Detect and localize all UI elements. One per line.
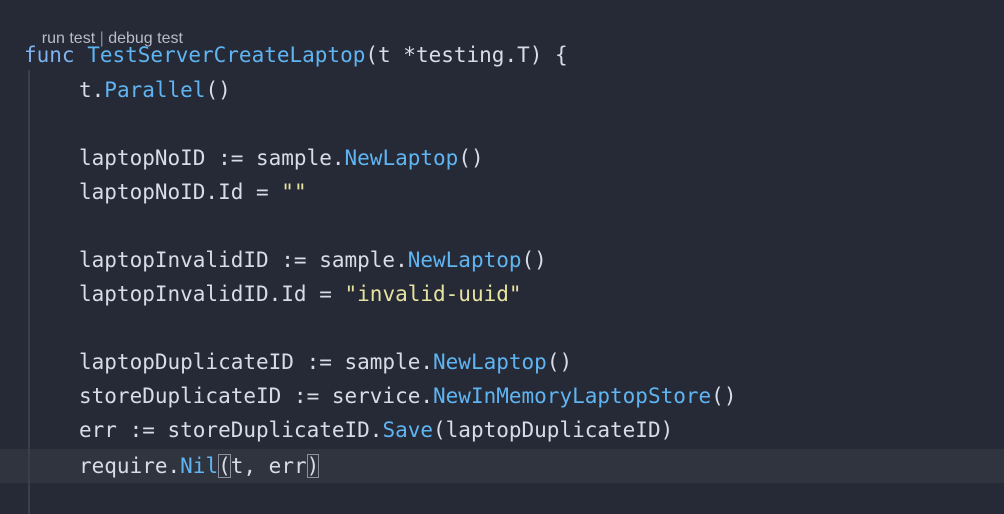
code-token: ()	[546, 350, 573, 374]
code-line-err-save[interactable]: err := storeDuplicateID.Save(laptopDupli…	[79, 415, 673, 445]
string-literal-token: "invalid-uuid"	[344, 282, 522, 306]
code-token: laptopNoID := sample.	[79, 146, 345, 170]
code-editor[interactable]: run test | debug test func TestServerCre…	[0, 0, 1004, 514]
code-token: (t *testing.T) {	[365, 43, 568, 67]
matched-bracket-token: (	[218, 454, 231, 478]
code-token: err := storeDuplicateID.	[79, 418, 383, 442]
code-line-laptop-invalidid-id[interactable]: laptopInvalidID.Id = "invalid-uuid"	[79, 279, 522, 309]
string-literal-token: ""	[281, 180, 307, 204]
code-token: ()	[711, 384, 737, 408]
code-token: ()	[205, 78, 231, 102]
matched-bracket-token: )	[306, 454, 320, 478]
code-token: ()	[521, 248, 547, 272]
keyword-token: func	[24, 43, 88, 67]
code-token: laptopDuplicateID := sample.	[79, 350, 434, 374]
code-line-func-signature[interactable]: func TestServerCreateLaptop(t *testing.T…	[24, 40, 568, 70]
code-line-store-duplicateid[interactable]: storeDuplicateID := service.NewInMemoryL…	[79, 381, 736, 411]
code-token: storeDuplicateID := service.	[79, 384, 434, 408]
function-name-token: NewLaptop	[407, 248, 522, 272]
code-token: (laptopDuplicateID)	[433, 418, 674, 442]
code-token: t, err	[230, 454, 307, 478]
code-token: t.	[79, 78, 105, 102]
function-name-token: Nil	[180, 454, 219, 478]
code-line-laptop-duplicateid[interactable]: laptopDuplicateID := sample.NewLaptop()	[79, 347, 572, 377]
code-token: require.	[79, 454, 181, 478]
code-token: laptopInvalidID.Id =	[79, 282, 345, 306]
function-name-token: NewLaptop	[433, 350, 547, 374]
code-line-laptop-invalidid[interactable]: laptopInvalidID := sample.NewLaptop()	[79, 245, 547, 275]
code-token: ()	[458, 146, 484, 170]
function-name-token: NewInMemoryLaptopStore	[433, 384, 712, 408]
function-name-token: TestServerCreateLaptop	[87, 43, 366, 67]
code-line-laptop-noid-id[interactable]: laptopNoID.Id = ""	[79, 177, 307, 207]
indent-guide	[28, 70, 30, 514]
function-name-token: NewLaptop	[344, 146, 459, 170]
code-line-laptop-noid[interactable]: laptopNoID := sample.NewLaptop()	[79, 143, 484, 173]
code-line-require-nil[interactable]: require.Nil(t, err)	[79, 451, 320, 481]
code-token: laptopNoID.Id =	[79, 180, 282, 204]
function-name-token: Parallel	[104, 78, 206, 102]
function-name-token: Save	[382, 418, 434, 442]
code-token: laptopInvalidID := sample.	[79, 248, 408, 272]
code-line-parallel[interactable]: t.Parallel()	[79, 75, 231, 105]
